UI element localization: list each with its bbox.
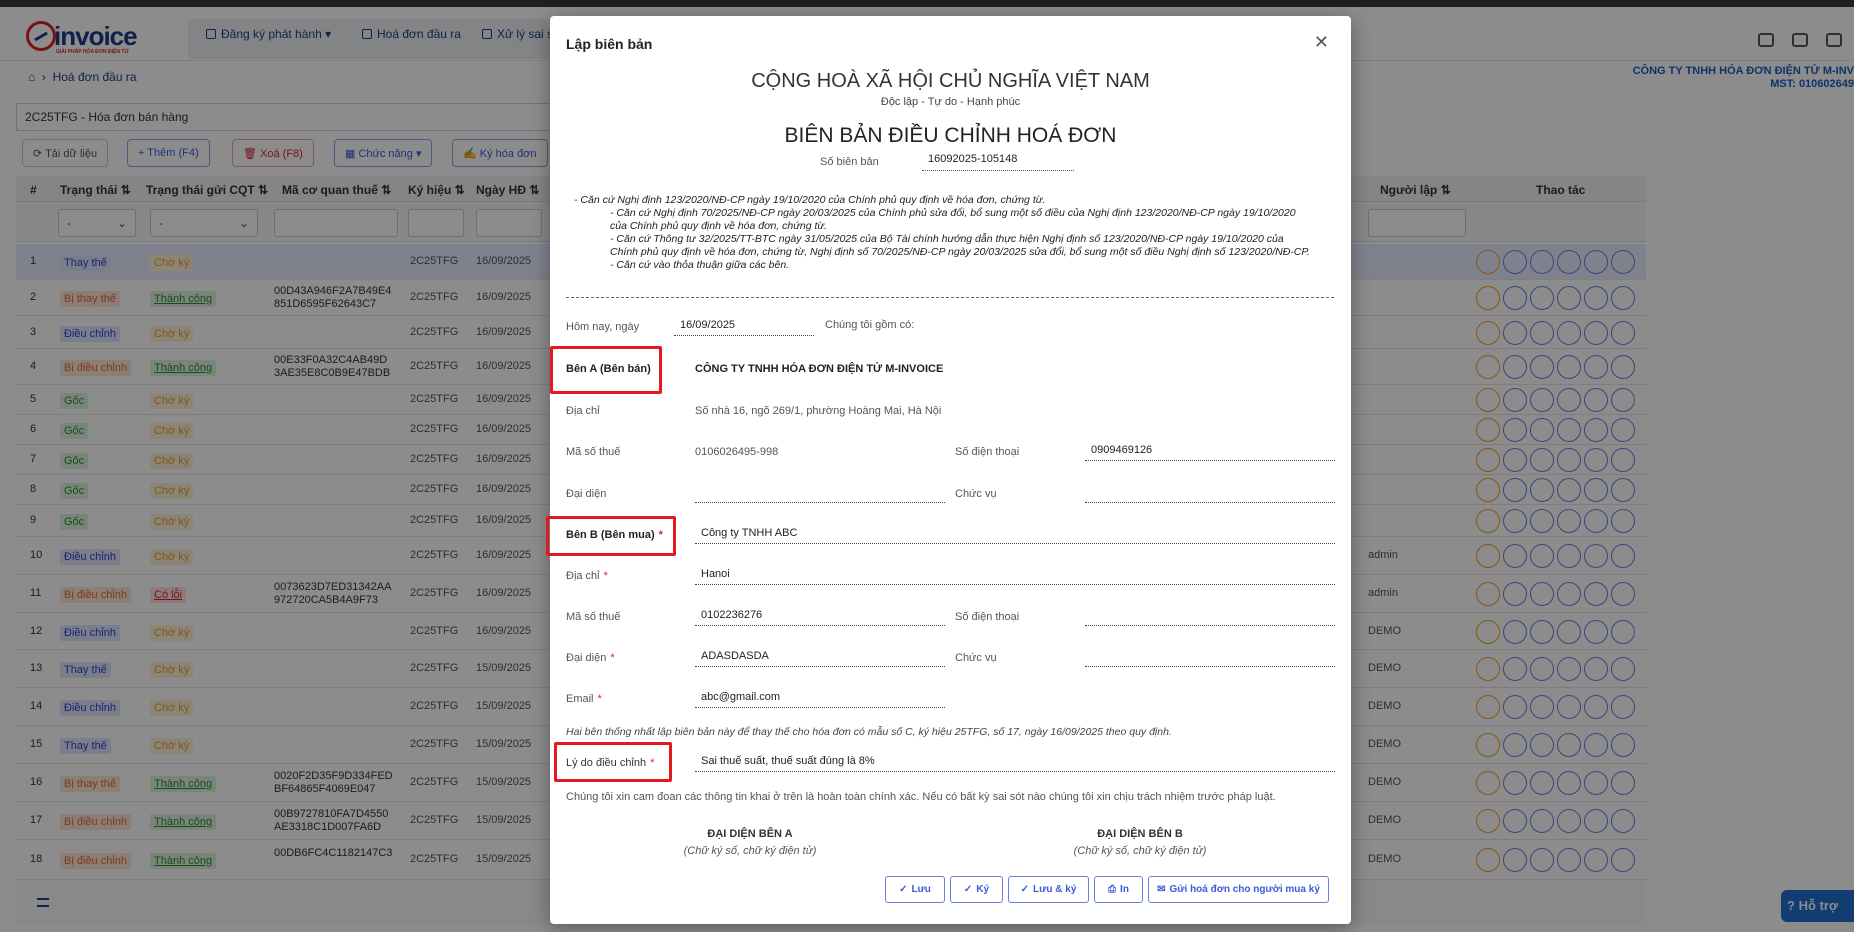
party-a-rep-label: Đại diện <box>566 488 607 500</box>
party-a-highlight <box>550 346 662 394</box>
party-a-phone-field[interactable]: 0909469126 <box>1085 441 1335 461</box>
today-date-field[interactable]: 16/09/2025 <box>674 316 814 336</box>
party-b-rep-field[interactable]: ADASDASDA <box>695 647 945 667</box>
party-a-tax-label: Mã số thuế <box>566 446 621 458</box>
basis-line: - Căn cứ Nghị định 70/2025/NĐ-CP ngày 20… <box>610 207 1296 232</box>
mail-icon: ✉ <box>1157 884 1166 895</box>
nation-heading: CỘNG HOÀ XÃ HỘI CHỦ NGHĨA VIỆT NAM <box>751 70 1150 92</box>
party-a-phone-label: Số điện thoại <box>955 446 1020 458</box>
basis-line: - Căn cứ Thông tư 32/2025/TT-BTC ngày 31… <box>610 233 1310 258</box>
party-b-email-field[interactable]: abc@gmail.com <box>695 688 945 708</box>
save-button[interactable]: ✓ Lưu <box>885 876 945 903</box>
party-b-address-field[interactable]: Hanoi <box>695 565 1335 585</box>
party-b-email-label: Email * <box>566 693 602 705</box>
reason-highlight <box>554 742 672 782</box>
party-a-sign-title: ĐẠI DIỆN BÊN A <box>707 828 793 840</box>
reason-field[interactable]: Sai thuế suất, thuế suất đúng là 8% <box>695 752 1335 772</box>
party-b-sign-note: (Chữ ký số, chữ ký điện tử) <box>1073 845 1207 857</box>
party-a-rep-field[interactable] <box>695 483 945 503</box>
today-label: Hôm nay, ngày <box>566 321 640 333</box>
close-icon[interactable]: ✕ <box>1314 32 1329 53</box>
party-a-name: CÔNG TY TNHH HÓA ĐƠN ĐIỆN TỬ M-INVOICE <box>695 363 944 375</box>
party-b-phone-field[interactable] <box>1085 606 1335 626</box>
party-a-address: Số nhà 16, ngõ 269/1, phường Hoàng Mai, … <box>695 405 942 417</box>
motto: Độc lập - Tự do - Hạnh phúc <box>880 96 1021 108</box>
basis-line: - Căn cứ Nghị định 123/2020/NĐ-CP ngày 1… <box>574 194 1046 206</box>
divider <box>566 297 1334 298</box>
party-b-address-label: Địa chỉ * <box>566 570 608 582</box>
party-a-position-field[interactable] <box>1085 483 1335 503</box>
we-include-label: Chúng tôi gồm có: <box>825 319 915 331</box>
check-icon: ✓ <box>1020 884 1030 895</box>
commitment-text: Chúng tôi xin cam đoan các thông tin kha… <box>566 791 1276 803</box>
record-number-field[interactable]: 16092025-105148 <box>922 153 1074 171</box>
modal-title: Lập biên bản <box>566 36 653 52</box>
party-b-position-label: Chức vụ <box>955 652 997 664</box>
party-b-position-field[interactable] <box>1085 647 1335 667</box>
send-to-buyer-button[interactable]: ✉ Gửi hoá đơn cho người mua ký <box>1148 876 1329 903</box>
party-b-highlight <box>546 516 676 556</box>
party-b-name-field[interactable]: Công ty TNHH ABC <box>695 524 1335 544</box>
adjustment-record-modal: Lập biên bản ✕ CỘNG HOÀ XÃ HỘI CHỦ NGHĨA… <box>546 16 1351 924</box>
check-icon: ✓ <box>963 884 973 895</box>
basis-line: - Căn cứ vào thỏa thuận giữa các bên. <box>610 259 790 271</box>
record-number-label: Số biên bản <box>820 156 879 168</box>
party-b-tax-label: Mã số thuế <box>566 611 621 623</box>
party-a-address-label: Địa chỉ <box>566 405 600 417</box>
party-b-sign-title: ĐẠI DIỆN BÊN B <box>1097 828 1183 840</box>
party-a-sign-note: (Chữ ký số, chữ ký điện tử) <box>683 845 817 857</box>
agreement-text: Hai bên thống nhất lập biên bản này để t… <box>566 726 1172 738</box>
check-icon: ✓ <box>899 884 908 895</box>
party-a-tax: 0106026495-998 <box>695 446 779 458</box>
printer-icon: ⎙ <box>1108 884 1117 895</box>
save-and-sign-button[interactable]: ✓ Lưu & ký <box>1008 876 1089 903</box>
party-b-phone-label: Số điện thoại <box>955 611 1020 623</box>
party-b-rep-label: Đại diện * <box>566 652 615 664</box>
party-b-tax-field[interactable]: 0102236276 <box>695 606 945 626</box>
party-a-position-label: Chức vụ <box>955 488 997 500</box>
document-title: BIÊN BẢN ĐIỀU CHỈNH HOÁ ĐƠN <box>784 124 1117 147</box>
legal-basis: - Căn cứ Nghị định 123/2020/NĐ-CP ngày 1… <box>574 194 1314 272</box>
print-button[interactable]: ⎙ In <box>1094 876 1143 903</box>
sign-button[interactable]: ✓ Ký <box>950 876 1003 903</box>
